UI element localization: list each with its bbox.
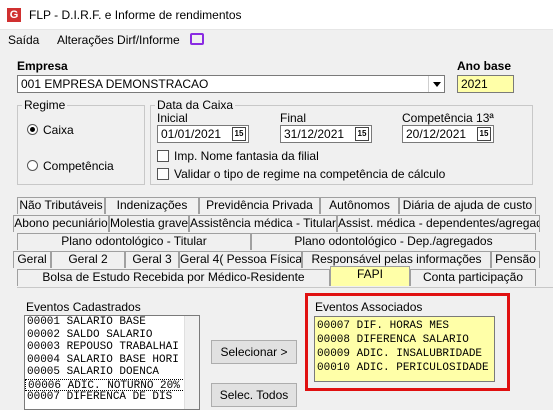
validar-regime-label: Validar o tipo de regime na competência … xyxy=(174,167,446,181)
list-item[interactable]: 00004 SALARIO BASE HORI xyxy=(25,354,199,367)
tab-geral[interactable]: Geral xyxy=(13,251,51,268)
highlight-box xyxy=(305,293,510,391)
eventos-cadastrados-list[interactable]: 00001 SALARIO BASE 00002 SALDO SALARIO 0… xyxy=(24,315,200,410)
empresa-select[interactable]: 001 EMPRESA DEMONSTRACAO xyxy=(17,75,445,93)
regime-label: Regime xyxy=(22,98,68,112)
tab-molestia-grave[interactable]: Molestia grave xyxy=(109,215,189,232)
list-item[interactable]: 00002 SALDO SALARIO xyxy=(25,329,199,342)
tab-abono-pecuniario[interactable]: Abono pecuniário xyxy=(13,215,109,232)
vertical-scrollbar[interactable] xyxy=(184,316,199,409)
ano-base-field[interactable]: 2021 xyxy=(457,75,514,93)
menu-saida[interactable]: Saída xyxy=(8,33,39,47)
imp-fantasia-checkbox[interactable] xyxy=(157,150,169,162)
window-title: FLP - D.I.R.F. e Informe de rendimentos xyxy=(29,8,242,22)
data-caixa-label: Data da Caixa xyxy=(155,98,236,112)
radio-caixa-label: Caixa xyxy=(43,123,74,137)
competencia-label: Competência 13ª xyxy=(402,111,494,125)
tab-geral-3[interactable]: Geral 3 xyxy=(125,251,179,268)
list-item[interactable]: 00003 REPOUSO TRABALHAI xyxy=(25,341,199,354)
tab-diaria-ajuda-custo[interactable]: Diária de ajuda de custo xyxy=(399,197,536,214)
tab-pensao[interactable]: Pensão xyxy=(491,251,540,268)
tab-autonomos[interactable]: Autônomos xyxy=(320,197,399,214)
calendar-icon[interactable]: 15 xyxy=(232,127,246,141)
tab-nao-tributaveis[interactable]: Não Tributáveis xyxy=(17,197,105,214)
tab-assistencia-medica-titular[interactable]: Assistência médica - Titular xyxy=(189,215,337,232)
radio-competencia-label: Competência xyxy=(43,159,114,173)
eventos-cadastrados-label: Eventos Cadastrados xyxy=(26,300,141,314)
tab-indenizacoes[interactable]: Indenizações xyxy=(105,197,199,214)
calendar-icon[interactable]: 15 xyxy=(477,127,491,141)
tab-bolsa-estudo[interactable]: Bolsa de Estudo Recebida por Médico-Resi… xyxy=(17,269,330,286)
tab-previdencia-privada[interactable]: Previdência Privada xyxy=(199,197,320,214)
empresa-label: Empresa xyxy=(17,59,68,73)
selec-todos-button[interactable]: Selec. Todos >> xyxy=(211,383,297,407)
radio-competencia[interactable] xyxy=(27,160,38,171)
tab-geral-2[interactable]: Geral 2 xyxy=(51,251,125,268)
empresa-value: 001 EMPRESA DEMONSTRACAO xyxy=(21,77,209,91)
validar-regime-checkbox[interactable] xyxy=(157,168,169,180)
list-item[interactable]: 00007 DIFERENCA DE DIS xyxy=(25,391,199,404)
regime-group xyxy=(17,105,145,185)
tab-assist-medica-dependentes[interactable]: Assist. médica - dependentes/agregados xyxy=(337,215,540,232)
monitor-icon[interactable] xyxy=(190,33,204,45)
list-item[interactable]: 00006 ADIC. NOTURNO 20% xyxy=(25,378,199,392)
tab-fapi[interactable]: FAPI xyxy=(330,266,410,286)
list-item[interactable]: 00001 SALARIO BASE xyxy=(25,316,199,329)
chevron-down-icon[interactable] xyxy=(428,76,444,92)
list-item[interactable]: 00005 SALARIO DOENCA xyxy=(25,366,199,379)
menu-alteracoes[interactable]: Alterações Dirf/Informe xyxy=(57,33,180,47)
radio-caixa[interactable] xyxy=(27,124,38,135)
tab-geral-4[interactable]: Geral 4( Pessoa Física) xyxy=(179,251,302,268)
selecionar-button[interactable]: Selecionar > xyxy=(211,340,297,364)
tab-plano-odonto-dependentes[interactable]: Plano odontológico - Dep./agregados xyxy=(251,233,536,250)
ano-base-label: Ano base xyxy=(457,59,512,73)
final-label: Final xyxy=(280,111,307,125)
tab-plano-odonto-titular[interactable]: Plano odontológico - Titular xyxy=(17,233,251,250)
calendar-icon[interactable]: 15 xyxy=(355,127,369,141)
imp-fantasia-label: Imp. Nome fantasia da filial xyxy=(174,149,319,163)
app-logo-icon: G xyxy=(7,8,21,22)
tab-conta-participacao[interactable]: Conta participação xyxy=(410,269,536,286)
inicial-label: Inicial xyxy=(157,111,188,125)
